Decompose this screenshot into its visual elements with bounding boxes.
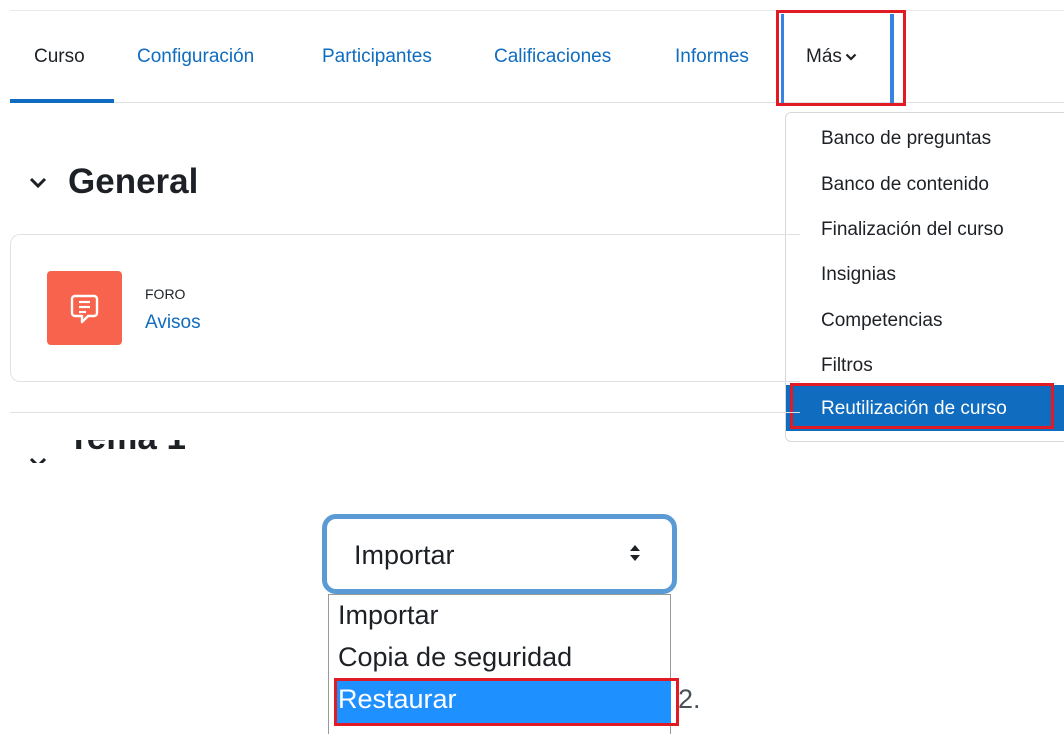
- tab-calificaciones[interactable]: Calificaciones: [494, 46, 611, 68]
- sort-caret-icon: [630, 545, 640, 561]
- menu-item-competencias[interactable]: Competencias: [821, 310, 942, 332]
- menu-item-banco-contenido[interactable]: Banco de contenido: [821, 174, 989, 196]
- menu-item-filtros[interactable]: Filtros: [821, 355, 873, 377]
- activity-type-label: FORO: [145, 286, 186, 302]
- collapse-chevron-icon[interactable]: [28, 456, 48, 463]
- section-divider: [10, 412, 800, 413]
- highlight-box-reutilizacion: [790, 383, 1054, 429]
- tab-curso[interactable]: Curso: [34, 46, 85, 68]
- option-importar[interactable]: Importar: [338, 600, 439, 631]
- menu-item-banco-preguntas[interactable]: Banco de preguntas: [821, 128, 991, 150]
- highlight-box-restaurar: [334, 678, 679, 726]
- nav-active-indicator: [10, 99, 114, 103]
- menu-item-insignias[interactable]: Insignias: [821, 264, 896, 286]
- section-title-tema: Tema 1: [68, 440, 186, 458]
- tab-participantes[interactable]: Participantes: [322, 46, 432, 68]
- reuse-select-value: Importar: [354, 540, 455, 570]
- activity-card: [10, 234, 800, 382]
- step-number-text: 2.: [678, 684, 701, 714]
- highlight-box-mas: [776, 10, 906, 106]
- forum-glyph-icon: [70, 294, 99, 324]
- tab-informes[interactable]: Informes: [675, 46, 749, 68]
- section-tema-clip: Tema 1: [0, 440, 300, 463]
- activity-link-avisos[interactable]: Avisos: [145, 312, 201, 334]
- section-title-general: General: [68, 162, 199, 201]
- option-copia-seguridad[interactable]: Copia de seguridad: [338, 642, 572, 673]
- collapse-chevron-icon[interactable]: [28, 176, 48, 190]
- menu-item-finalizacion-curso[interactable]: Finalización del curso: [821, 219, 1004, 241]
- forum-icon[interactable]: [47, 271, 122, 345]
- tab-configuracion[interactable]: Configuración: [137, 46, 254, 68]
